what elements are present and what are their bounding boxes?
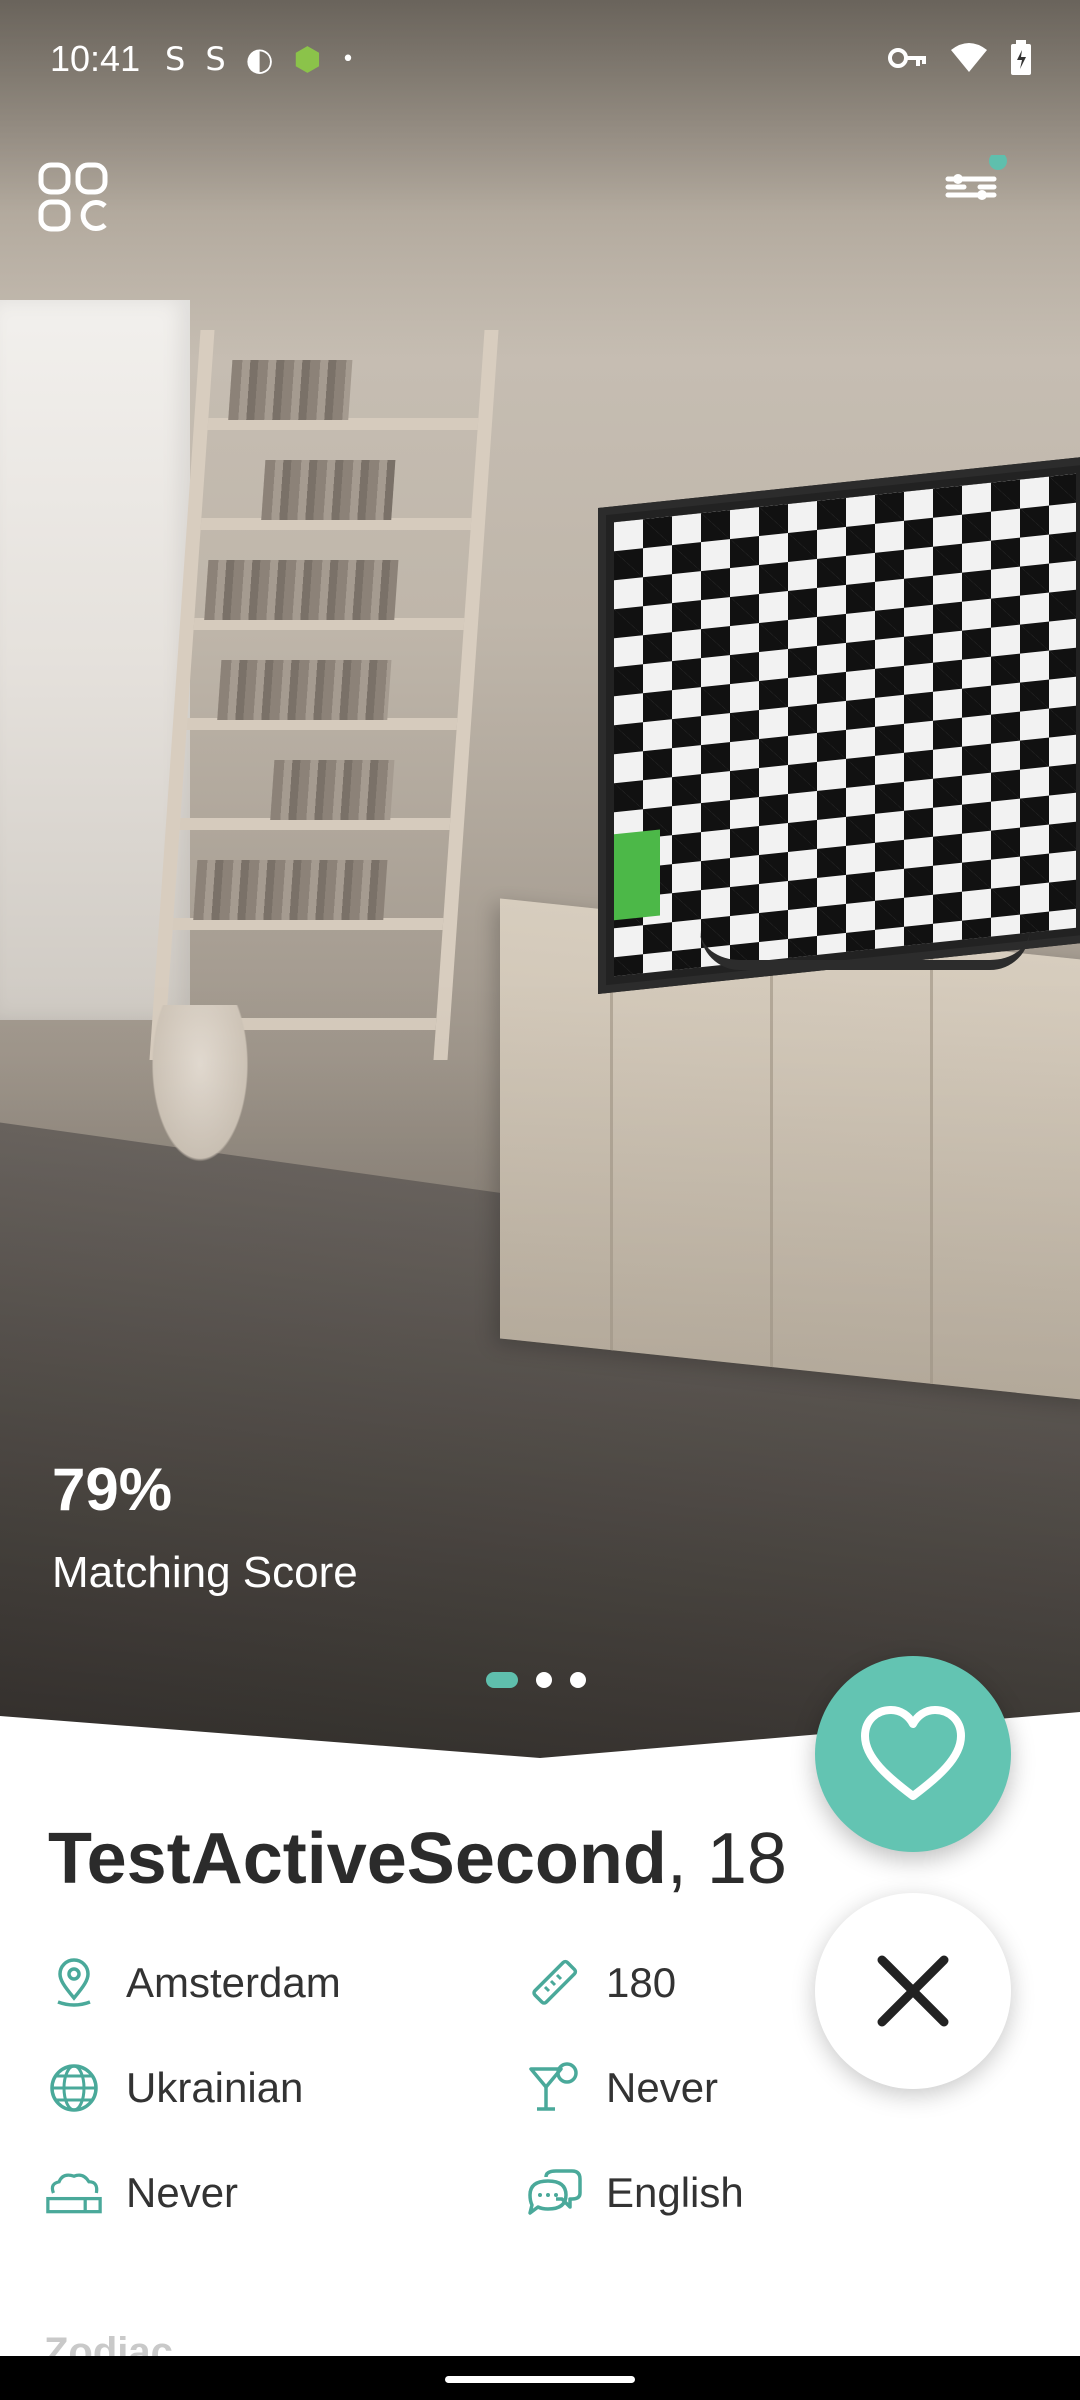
grid-menu-icon <box>38 162 108 232</box>
status-time: 10:41 <box>50 38 141 79</box>
photo-pager <box>486 1672 586 1688</box>
heart-icon <box>861 1706 965 1800</box>
notification-icon: S <box>205 40 226 78</box>
info-smoking: Never <box>46 2165 238 2221</box>
status-bar: 10:41 S S ◐ ⬢ • <box>0 0 1080 120</box>
android-icon: ⬢ <box>293 40 322 78</box>
dislike-button[interactable] <box>815 1893 1011 2089</box>
close-icon <box>877 1955 949 2027</box>
profile-photo[interactable]: 79% Matching Score <box>0 0 1080 1770</box>
info-language-text: English <box>606 2169 744 2216</box>
status-system-icons <box>888 40 1032 76</box>
profile-age: , 18 <box>666 1819 787 1899</box>
info-nationality-text: Ukrainian <box>126 2064 304 2111</box>
pager-dot[interactable] <box>536 1672 552 1688</box>
status-notification-icons: S S ◐ ⬢ • <box>165 40 354 78</box>
pager-dot-active[interactable] <box>486 1672 518 1688</box>
home-gesture-handle[interactable] <box>445 2376 635 2383</box>
info-drinking: Never <box>526 2060 718 2116</box>
info-language: English <box>526 2165 744 2221</box>
notification-icon: ◐ <box>245 40 274 78</box>
more-dot-icon: • <box>341 46 355 72</box>
filter-sliders-icon <box>945 152 1007 200</box>
info-location-text: Amsterdam <box>126 1959 341 2006</box>
notification-icon: S <box>165 40 186 78</box>
cocktail-icon <box>526 2060 582 2116</box>
location-pin-icon <box>46 1955 102 2011</box>
like-button[interactable] <box>815 1656 1011 1852</box>
info-height: 180 <box>526 1955 676 2011</box>
ruler-icon <box>526 1955 582 2011</box>
chat-bubbles-icon <box>526 2165 582 2221</box>
key-icon <box>888 48 926 68</box>
info-smoking-text: Never <box>126 2169 239 2216</box>
matching-score-label: Matching Score <box>52 1548 358 1597</box>
filter-badge <box>989 152 1007 170</box>
profile-name: TestActiveSecond, 18 <box>48 1818 787 1900</box>
globe-icon <box>46 2060 102 2116</box>
battery-icon <box>1011 40 1031 75</box>
filter-button[interactable] <box>944 152 1008 219</box>
info-nationality: Ukrainian <box>46 2060 303 2116</box>
matching-score-value: 79% <box>52 1456 173 1523</box>
profile-username: TestActiveSecond <box>48 1819 667 1899</box>
info-location: Amsterdam <box>46 1955 341 2011</box>
pager-dot[interactable] <box>570 1672 586 1688</box>
smoking-icon <box>46 2165 102 2221</box>
info-height-text: 180 <box>606 1959 677 2006</box>
wifi-icon <box>951 43 987 72</box>
info-drinking-text: Never <box>606 2064 719 2111</box>
menu-button[interactable] <box>38 162 108 232</box>
